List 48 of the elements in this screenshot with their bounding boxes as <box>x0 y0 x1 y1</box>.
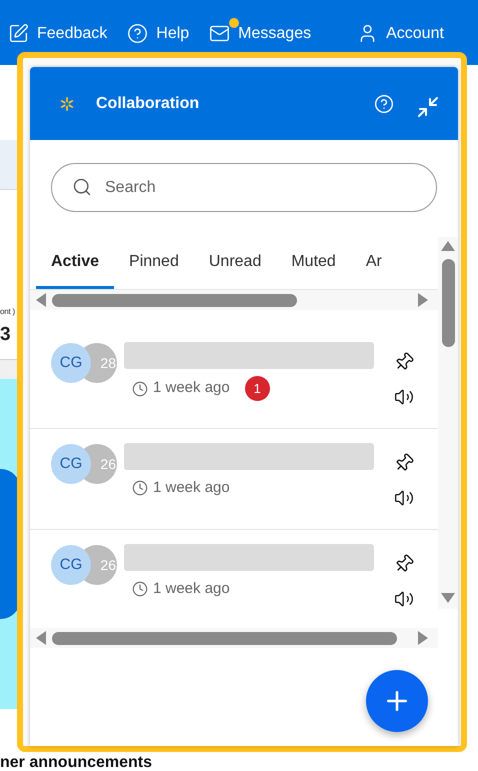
help-icon <box>127 23 148 44</box>
scroll-left-arrow-icon[interactable] <box>36 293 46 307</box>
mail-icon <box>209 23 230 44</box>
avatar: CG <box>51 545 91 585</box>
tab[interactable]: Pinned <box>114 237 194 289</box>
time-ago: 1 week ago <box>153 478 230 498</box>
scrollbar-thumb[interactable] <box>52 294 297 306</box>
scroll-left-arrow-icon[interactable] <box>36 631 46 645</box>
horizontal-scrollbar[interactable] <box>30 628 438 648</box>
panel-title: Collaboration <box>96 94 200 114</box>
scroll-right-arrow-icon[interactable] <box>418 631 428 645</box>
field-value: 3 <box>0 323 12 347</box>
conversation-item[interactable]: CG 26 1 week ago <box>30 429 438 530</box>
speaker-icon[interactable] <box>394 387 414 407</box>
speaker-icon[interactable] <box>394 488 414 508</box>
clock-icon <box>132 480 148 496</box>
time-ago: 1 week ago <box>153 378 230 398</box>
tab[interactable]: Unread <box>194 237 276 289</box>
tab[interactable]: Ar <box>350 237 397 289</box>
scrollbar-thumb[interactable] <box>442 259 454 347</box>
tab[interactable]: Muted <box>276 237 351 289</box>
section-heading: ner announcements <box>0 754 152 771</box>
search-field[interactable]: Search <box>51 163 437 212</box>
new-chat-button[interactable] <box>366 670 428 732</box>
edit-note-icon <box>8 23 29 44</box>
horizontal-scrollbar[interactable] <box>30 290 438 310</box>
scroll-right-arrow-icon[interactable] <box>418 293 428 307</box>
scroll-up-arrow-icon[interactable] <box>441 241 455 251</box>
avatar: CG <box>51 444 91 484</box>
nav-link[interactable]: Messages <box>209 22 312 46</box>
clock-icon <box>132 581 148 598</box>
nav-link[interactable]: Account <box>357 22 444 46</box>
field-label: ont ) <box>0 307 16 317</box>
conversation-item[interactable]: CG 28 1 week ago 1 <box>30 328 438 429</box>
scroll-down-arrow-icon[interactable] <box>441 593 455 603</box>
nav-link[interactable]: Feedback <box>8 22 108 46</box>
collapse-icon[interactable] <box>416 94 440 118</box>
nav-link[interactable]: Help <box>127 22 190 46</box>
help-icon[interactable] <box>374 94 394 114</box>
time-ago: 1 week ago <box>153 579 230 599</box>
spark-logo-icon <box>60 96 74 110</box>
scrollbar-thumb[interactable] <box>52 632 397 644</box>
search-icon <box>72 177 92 197</box>
clock-icon <box>132 380 148 396</box>
speaker-icon[interactable] <box>394 589 414 609</box>
vertical-scrollbar[interactable] <box>438 237 458 609</box>
unread-count: 1 <box>244 376 270 401</box>
avatar: CG <box>51 343 91 383</box>
